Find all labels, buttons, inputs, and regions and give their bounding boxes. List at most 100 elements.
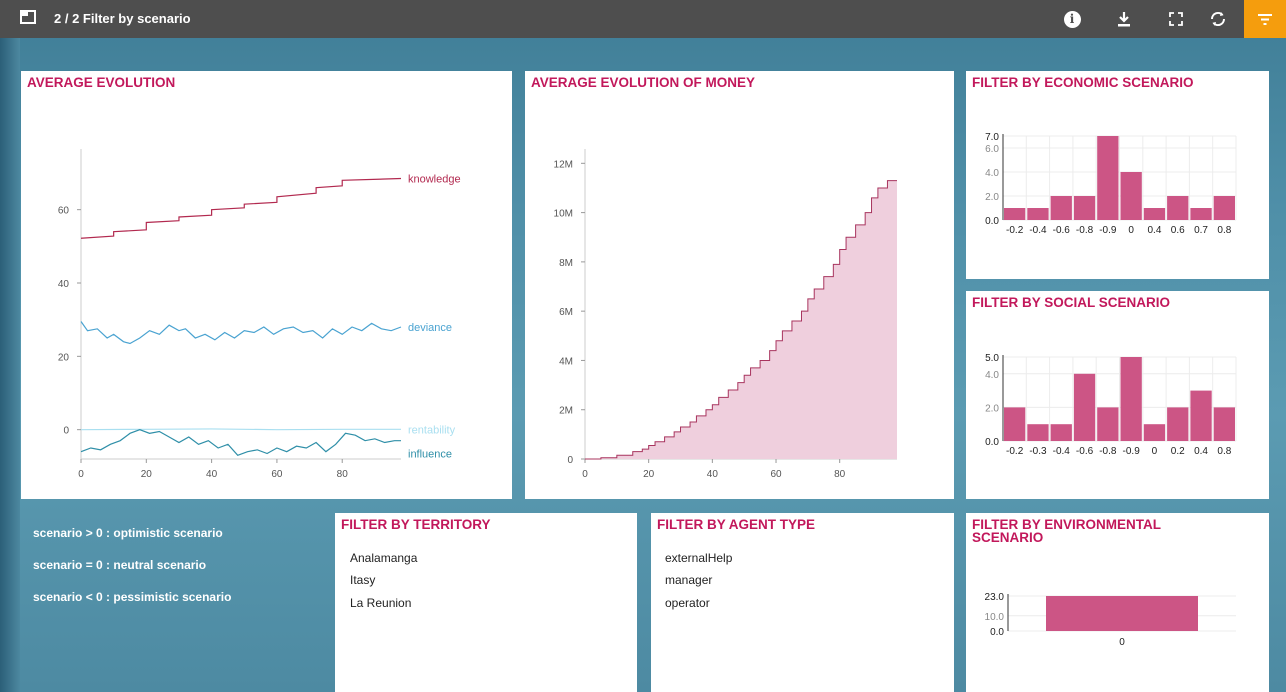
territory-item[interactable]: Analamanga [350, 551, 417, 565]
x-tick-label: 0.6 [1171, 225, 1185, 236]
bar-0.4 [1143, 208, 1166, 220]
series-line-knowledge [80, 177, 402, 239]
bar--0.2 [1004, 407, 1026, 441]
bar-0 [1120, 172, 1142, 220]
legend-neutral: scenario = 0 : neutral scenario [33, 558, 207, 572]
x-tick-label: 40 [206, 469, 218, 480]
y-tick-label: 4.0 [985, 370, 999, 381]
x-tick-label: 40 [707, 469, 719, 480]
agent-type-item[interactable]: externalHelp [665, 551, 732, 565]
filter-button[interactable] [1244, 0, 1286, 38]
legend-optimistic: scenario > 0 : optimistic scenario [33, 526, 223, 540]
x-tick-label: 60 [770, 469, 782, 480]
series-label-influence: influence [408, 449, 452, 461]
bar-0.7 [1190, 208, 1212, 220]
bar--0.6 [1073, 373, 1096, 441]
y-tick-label: 8M [559, 258, 573, 269]
x-tick-label: 20 [141, 469, 153, 480]
refresh-icon [1210, 11, 1226, 27]
top-bar: 2 / 2 Filter by scenario i [0, 0, 1286, 38]
x-tick-label: 0 [582, 469, 588, 480]
bar--0.3 [1027, 424, 1049, 441]
y-tick-label: 40 [58, 279, 70, 290]
x-tick-label: -0.4 [1029, 225, 1047, 236]
fullscreen-icon [1169, 12, 1183, 26]
y-tick-label: 23.0 [985, 592, 1005, 603]
download-button[interactable] [1106, 0, 1142, 38]
average-evolution-panel: AVERAGE EVOLUTION 0 20 40 60 0 20 40 60 80 knowle… [21, 71, 512, 499]
x-tick-label: 0 [78, 469, 84, 480]
y-tick-label: 10M [554, 209, 573, 220]
fullscreen-button[interactable] [1158, 0, 1194, 38]
refresh-button[interactable] [1200, 0, 1236, 38]
y-tick-label: 4.0 [985, 168, 999, 179]
bar--0.9 [1120, 357, 1142, 441]
x-tick-label: 80 [337, 469, 349, 480]
x-tick-label: -0.3 [1029, 446, 1047, 457]
y-tick-label: 6M [559, 307, 573, 318]
y-tick-label: 12M [554, 159, 573, 170]
x-tick-label: -0.9 [1099, 225, 1117, 236]
average-money-panel: AVERAGE EVOLUTION OF MONEY 0 2M 4M 6M 8M 10M 1… [525, 71, 954, 499]
territory-item[interactable]: Itasy [350, 573, 375, 587]
agent-type-item[interactable]: operator [665, 596, 710, 610]
environmental-scenario-chart[interactable]: 0.0 10.0 23.0 0 [966, 513, 1269, 692]
bar-0.8 [1213, 407, 1235, 441]
x-tick-label: 0.8 [1217, 225, 1231, 236]
x-tick-label: 0 [1119, 637, 1125, 648]
agent-type-item[interactable]: manager [665, 573, 712, 587]
y-tick-label: 6.0 [985, 144, 999, 155]
info-button[interactable]: i [1054, 0, 1090, 38]
panel-title: FILTER BY TERRITORY [341, 517, 491, 532]
series-label-deviance: deviance [408, 322, 452, 334]
bar--0.9 [1097, 136, 1119, 220]
bar-0 [1143, 424, 1166, 441]
x-tick-label: -0.4 [1053, 446, 1071, 457]
y-tick-label: 7.0 [985, 132, 999, 143]
bar--0.6 [1050, 196, 1072, 220]
bar-0.2 [1167, 407, 1189, 441]
x-tick-label: 0.4 [1194, 446, 1208, 457]
territory-filter-panel: FILTER BY TERRITORY Analamanga Itasy La … [335, 513, 637, 692]
series-label-rentability: rentability [408, 424, 456, 436]
bar--0.8 [1073, 196, 1096, 220]
bar--0.4 [1027, 208, 1049, 220]
series-line-influence [80, 429, 401, 457]
x-tick-label: -0.2 [1006, 225, 1024, 236]
download-icon [1118, 12, 1130, 27]
bar-0.4 [1190, 390, 1212, 441]
x-tick-label: 0.4 [1147, 225, 1161, 236]
agent-type-filter-panel: FILTER BY AGENT TYPE externalHelp manage… [651, 513, 954, 692]
territory-item[interactable]: La Reunion [350, 596, 411, 610]
x-tick-label: 60 [271, 469, 283, 480]
y-tick-label: 4M [559, 356, 573, 367]
info-icon: i [1063, 10, 1081, 28]
x-tick-label: -0.9 [1123, 446, 1141, 457]
y-tick-label: 0 [567, 455, 573, 466]
x-tick-label: -0.6 [1053, 225, 1071, 236]
legend-pessimistic: scenario < 0 : pessimistic scenario [33, 590, 232, 604]
panel-title: FILTER BY AGENT TYPE [657, 517, 816, 532]
window-icon[interactable] [20, 10, 36, 24]
y-tick-label: 5.0 [985, 353, 999, 364]
y-tick-label: 20 [58, 352, 70, 363]
y-tick-label: 0 [63, 426, 69, 437]
x-tick-label: 80 [834, 469, 846, 480]
social-scenario-chart[interactable]: 0.0 2.0 4.0 5.0 -0.2 -0.3 -0.4 -0.6 -0.8 -0.9 0 0.2… [966, 291, 1269, 499]
y-tick-label: 60 [58, 206, 70, 217]
money-area [585, 180, 897, 459]
series-label-knowledge: knowledge [408, 174, 461, 186]
x-tick-label: -0.2 [1006, 446, 1024, 457]
x-tick-label: 0 [1152, 446, 1158, 457]
x-tick-label: 0.7 [1194, 225, 1208, 236]
x-tick-label: 0.2 [1171, 446, 1185, 457]
economic-scenario-chart[interactable]: 0.0 2.0 4.0 6.07.0 -0.2 -0.4 -0.6 -0.8 -0.9 0 0.4 0… [966, 71, 1269, 279]
x-tick-label: 20 [643, 469, 655, 480]
y-tick-label: 2.0 [985, 192, 999, 203]
y-tick-label: 0.0 [985, 437, 999, 448]
bar--0.4 [1050, 424, 1072, 441]
x-tick-label: -0.8 [1076, 225, 1094, 236]
x-tick-label: 0.8 [1217, 446, 1231, 457]
y-tick-label: 0.0 [990, 627, 1004, 638]
bar-0.6 [1167, 196, 1189, 220]
